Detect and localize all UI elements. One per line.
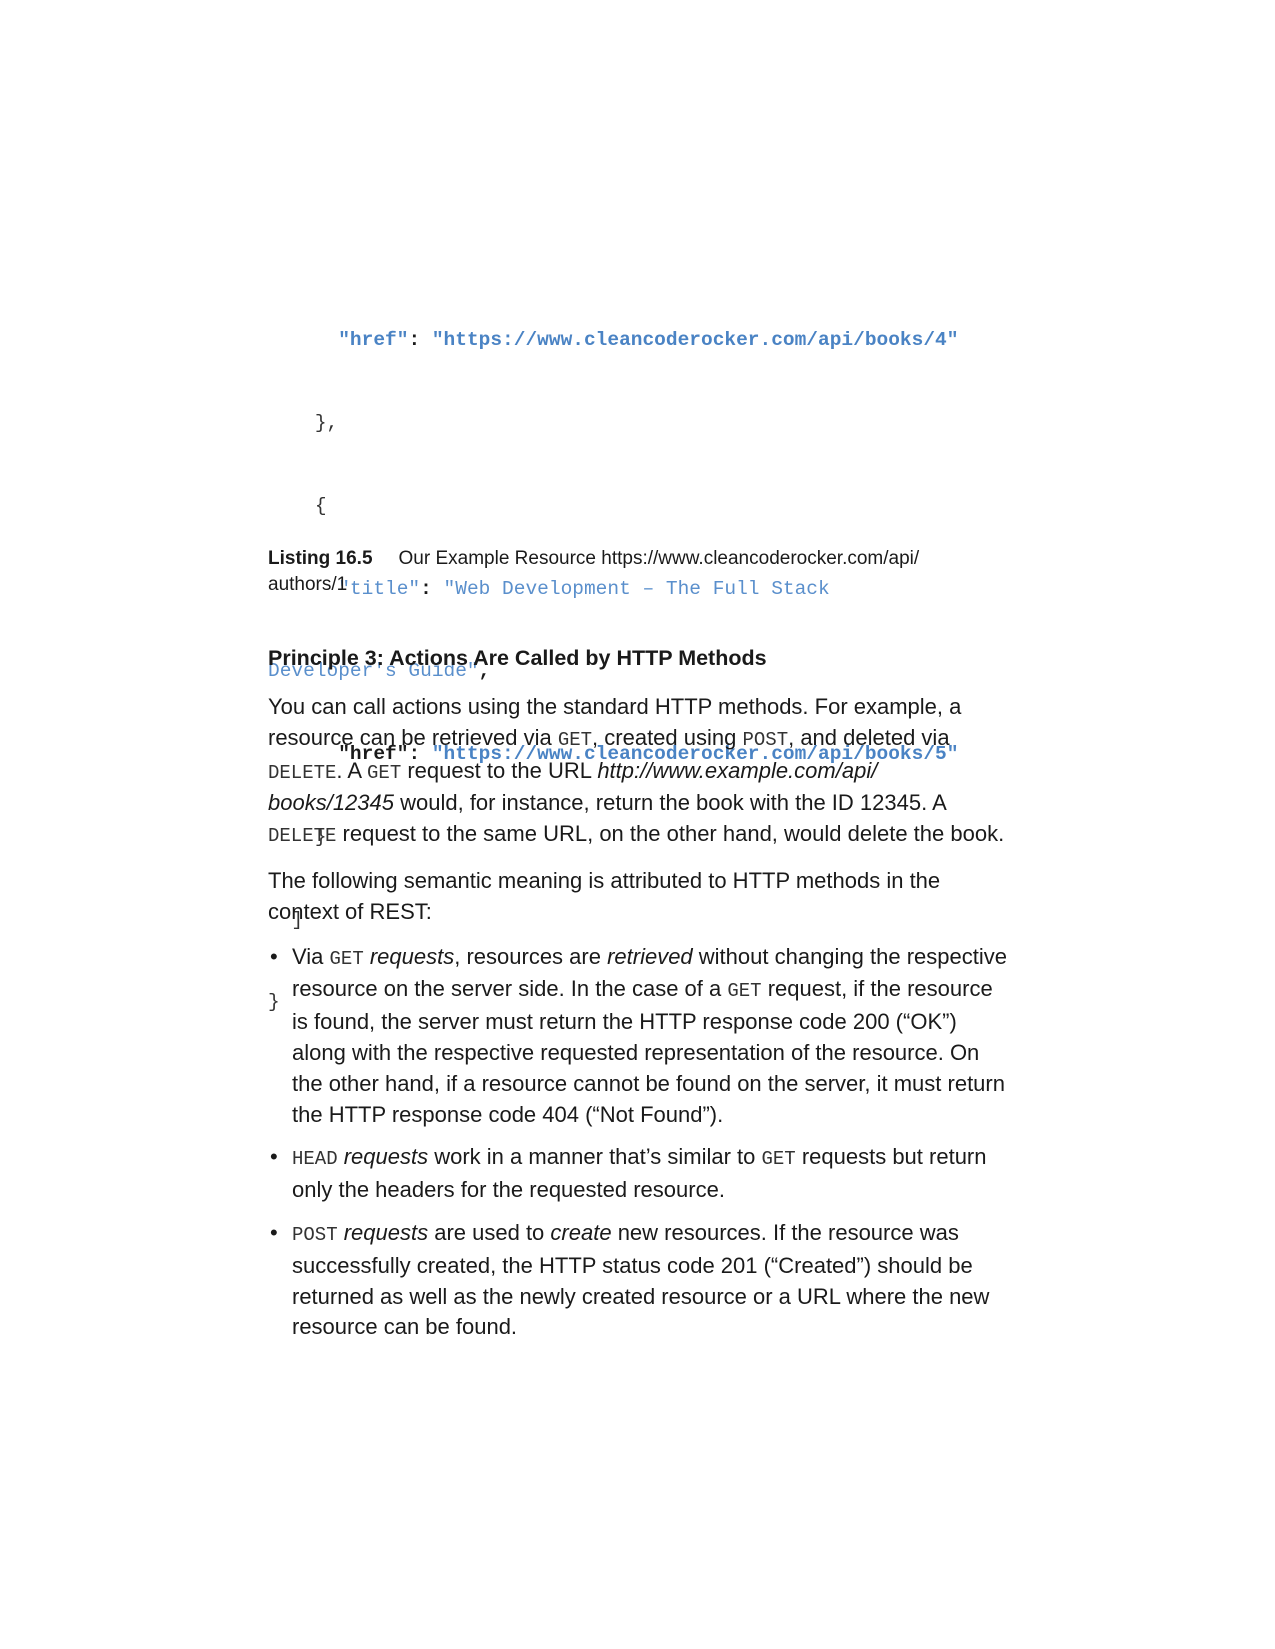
paragraph: The following semantic meaning is attrib… [268, 867, 941, 924]
italic-run: requests [363, 943, 455, 969]
code-string: "https://www.cleancoderocker.com/api/boo… [431, 329, 959, 352]
listing-caption-text: Our Example Resource https://www.cleanco… [398, 548, 920, 569]
code-inline: HEAD [292, 1148, 338, 1171]
italic-run: create [550, 1219, 612, 1245]
code-inline: GET [367, 761, 402, 784]
code-inline: GET [557, 728, 593, 751]
code-line: { [268, 493, 1008, 521]
code-line: }, [268, 410, 1008, 438]
code-inline: GET [329, 947, 364, 970]
bullet-icon: • [270, 943, 278, 969]
text-run: are used to [428, 1219, 551, 1245]
text-run: , created using [592, 724, 743, 750]
text-run: request to the URL [401, 757, 598, 783]
list-item: • Via GET requests, resources are retriev… [268, 942, 1008, 1131]
bullet-icon: • [270, 1144, 278, 1170]
text-run: , and deleted via [788, 724, 950, 750]
code-inline: GET [727, 980, 762, 1003]
italic-run: retrieved [607, 943, 693, 969]
code-inline: POST [742, 728, 789, 751]
paragraph: You can call actions using the standard … [268, 692, 1008, 852]
body-text: You can call actions using the standard … [268, 692, 1008, 1355]
text-run: would, for instance, return the book wit… [394, 790, 946, 816]
code-inline: DELETE [268, 825, 337, 848]
listing-caption: Listing 16.5 Our Example Resource https:/… [268, 546, 968, 598]
list-item: • POST requests are used to create new re… [268, 1218, 1008, 1343]
code-punct: : [408, 329, 432, 352]
bullet-list: • Via GET requests, resources are retriev… [268, 942, 1008, 1344]
text-run: , resources are [454, 943, 608, 969]
italic-run: requests [337, 1144, 429, 1170]
code-inline: DELETE [268, 761, 337, 784]
code-inline: GET [761, 1148, 796, 1171]
text-run: Via [292, 943, 330, 969]
text-run: request to the same URL, on the other ha… [336, 821, 1005, 847]
listing-label: Listing 16.5 [268, 548, 373, 569]
italic-run: requests [337, 1219, 429, 1245]
code-line: "href": "https://www.cleancoderocker.com… [268, 327, 1008, 355]
code-inline: POST [292, 1223, 338, 1246]
code-punct: { [314, 494, 327, 517]
section-heading: Principle 3: Actions Are Called by HTTP … [268, 646, 767, 670]
code-punct: }, [314, 411, 339, 434]
code-key: "href" [338, 329, 409, 352]
listing-caption-text-cont: authors/1 [268, 574, 348, 595]
bullet-icon: • [270, 1219, 278, 1245]
text-run: . A [336, 757, 368, 783]
text-run: work in a manner that’s similar to [428, 1144, 762, 1170]
list-item: • HEAD requests work in a manner that’s s… [268, 1142, 1008, 1206]
